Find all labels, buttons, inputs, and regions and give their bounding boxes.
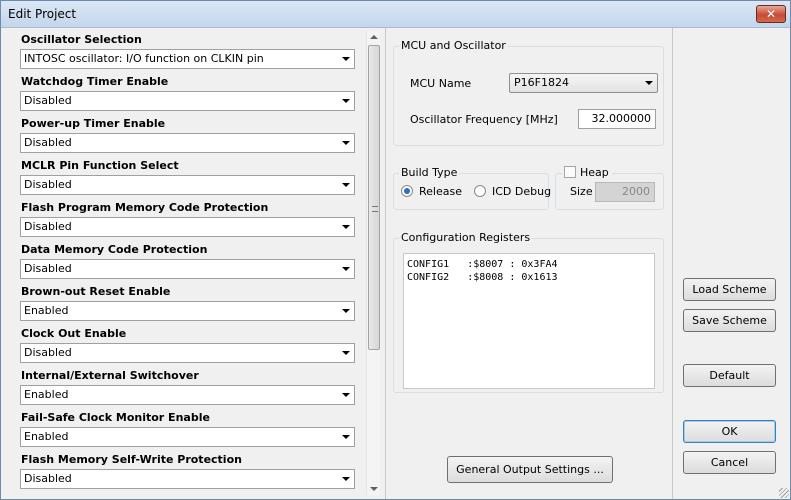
heap-size-input[interactable]: 2000 bbox=[595, 182, 655, 202]
edit-project-dialog: Edit Project ✕ Oscillator Selection INTOS… bbox=[0, 0, 791, 500]
option-value: INTOSC oscillator: I/O function on CLKIN… bbox=[24, 52, 264, 65]
option-select[interactable]: Disabled bbox=[20, 91, 355, 111]
option-value: Disabled bbox=[24, 262, 72, 275]
heap-checkbox[interactable] bbox=[564, 166, 576, 178]
option-select[interactable]: Disabled bbox=[20, 217, 355, 237]
chevron-down-icon bbox=[342, 309, 350, 313]
configuration-registers-group: Configuration Registers CONFIG1 :$8007 :… bbox=[393, 231, 664, 393]
option-value: Disabled bbox=[24, 136, 72, 149]
option-value: Disabled bbox=[24, 220, 72, 233]
heap-group: Heap Size 2000 bbox=[555, 166, 664, 210]
option-select[interactable]: Disabled bbox=[20, 259, 355, 279]
icd-debug-label[interactable]: ICD Debug bbox=[492, 185, 551, 198]
ok-button[interactable]: OK bbox=[683, 420, 776, 443]
heap-legend: Heap bbox=[562, 166, 612, 179]
option-select[interactable]: Enabled bbox=[20, 301, 355, 321]
build-type-legend: Build Type bbox=[399, 166, 460, 179]
option-select[interactable]: Disabled bbox=[20, 133, 355, 153]
scroll-down-arrow-icon[interactable] bbox=[370, 487, 378, 491]
chevron-down-icon bbox=[342, 141, 350, 145]
heap-size-label: Size bbox=[570, 185, 593, 198]
cancel-button[interactable]: Cancel bbox=[683, 451, 776, 474]
option-label: Clock Out Enable bbox=[21, 327, 127, 340]
chevron-down-icon bbox=[645, 81, 653, 85]
option-select[interactable]: Enabled bbox=[20, 385, 355, 405]
load-scheme-button[interactable]: Load Scheme bbox=[683, 278, 776, 301]
settings-panel: MCU and Oscillator MCU Name P16F1824 Osc… bbox=[385, 28, 673, 499]
option-value: Disabled bbox=[24, 346, 72, 359]
option-label: Flash Memory Self-Write Protection bbox=[21, 453, 242, 466]
option-label: Internal/External Switchover bbox=[21, 369, 199, 382]
scroll-grip-icon bbox=[372, 206, 378, 212]
option-value: Disabled bbox=[24, 94, 72, 107]
build-type-group: Build Type Release ICD Debug bbox=[393, 166, 551, 210]
window-title: Edit Project bbox=[8, 7, 77, 21]
chevron-down-icon bbox=[342, 351, 350, 355]
option-value: Enabled bbox=[24, 304, 69, 317]
title-bar[interactable]: Edit Project ✕ bbox=[1, 1, 790, 28]
option-value: Enabled bbox=[24, 430, 69, 443]
option-select[interactable]: Enabled bbox=[20, 427, 355, 447]
chevron-down-icon bbox=[342, 99, 350, 103]
oscillator-frequency-input[interactable]: 32.000000 bbox=[578, 109, 656, 129]
options-scrollbar[interactable] bbox=[366, 31, 380, 495]
save-scheme-button[interactable]: Save Scheme bbox=[683, 309, 776, 332]
heap-label[interactable]: Heap bbox=[580, 166, 609, 179]
mcu-name-label: MCU Name bbox=[410, 77, 472, 90]
option-select[interactable]: Disabled bbox=[20, 469, 355, 489]
chevron-down-icon bbox=[342, 393, 350, 397]
option-select[interactable]: Disabled bbox=[20, 175, 355, 195]
option-value: Enabled bbox=[24, 388, 69, 401]
mcu-name-select[interactable]: P16F1824 bbox=[509, 73, 658, 93]
option-label: Fail-Safe Clock Monitor Enable bbox=[21, 411, 210, 424]
chevron-down-icon bbox=[342, 267, 350, 271]
mcu-name-value: P16F1824 bbox=[514, 76, 569, 89]
option-label: Flash Program Memory Code Protection bbox=[21, 201, 269, 214]
option-label: Brown-out Reset Enable bbox=[21, 285, 171, 298]
option-value: Disabled bbox=[24, 472, 72, 485]
general-output-settings-button[interactable]: General Output Settings ... bbox=[447, 456, 613, 483]
scroll-thumb[interactable] bbox=[368, 45, 380, 350]
option-label: Power-up Timer Enable bbox=[21, 117, 166, 130]
mcu-oscillator-group: MCU and Oscillator MCU Name P16F1824 Osc… bbox=[393, 39, 664, 146]
chevron-down-icon bbox=[342, 183, 350, 187]
oscillator-frequency-label: Oscillator Frequency [MHz] bbox=[410, 113, 558, 126]
option-label: Watchdog Timer Enable bbox=[21, 75, 169, 88]
option-select[interactable]: INTOSC oscillator: I/O function on CLKIN… bbox=[20, 49, 355, 69]
configuration-registers-memo[interactable]: CONFIG1 :$8007 : 0x3FA4 CONFIG2 :$8008 :… bbox=[403, 253, 655, 389]
option-label: Data Memory Code Protection bbox=[21, 243, 208, 256]
options-panel: Oscillator Selection INTOSC oscillator: I… bbox=[9, 31, 380, 495]
chevron-down-icon bbox=[342, 57, 350, 61]
option-label: MCLR Pin Function Select bbox=[21, 159, 179, 172]
scroll-up-arrow-icon[interactable] bbox=[370, 35, 378, 39]
resize-grip-icon[interactable] bbox=[779, 488, 789, 498]
default-button[interactable]: Default bbox=[683, 364, 776, 387]
chevron-down-icon bbox=[342, 225, 350, 229]
chevron-down-icon bbox=[342, 435, 350, 439]
mcu-group-legend: MCU and Oscillator bbox=[399, 39, 508, 52]
release-label[interactable]: Release bbox=[419, 185, 462, 198]
release-radio[interactable] bbox=[401, 185, 413, 197]
configuration-registers-legend: Configuration Registers bbox=[399, 231, 533, 244]
option-value: Disabled bbox=[24, 178, 72, 191]
option-select[interactable]: Disabled bbox=[20, 343, 355, 363]
icd-debug-radio[interactable] bbox=[474, 185, 486, 197]
option-label: Oscillator Selection bbox=[21, 33, 142, 46]
chevron-down-icon bbox=[342, 477, 350, 481]
close-button[interactable]: ✕ bbox=[756, 5, 786, 23]
